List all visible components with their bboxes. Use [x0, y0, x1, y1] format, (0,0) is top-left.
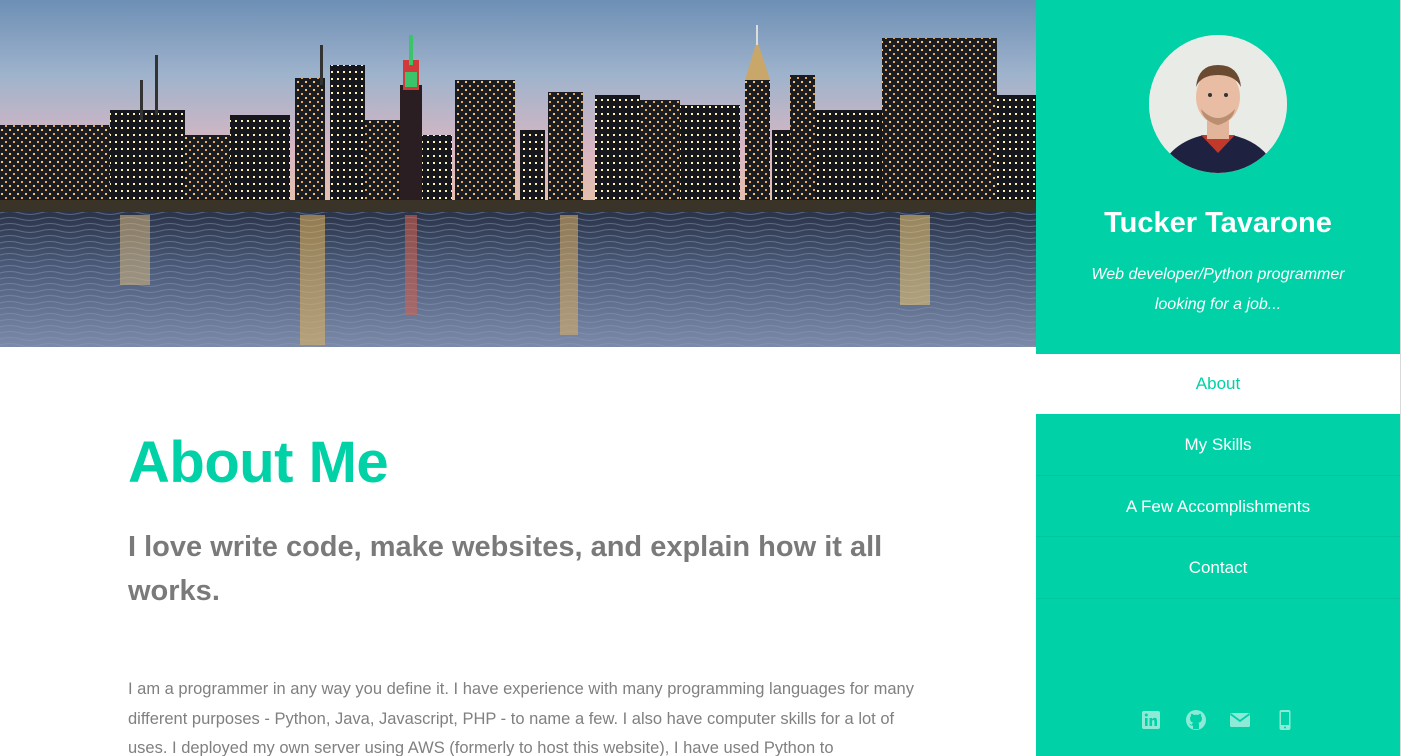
- avatar: [1149, 35, 1287, 173]
- nav-item-my-skills[interactable]: My Skills: [1036, 414, 1400, 476]
- phone-icon[interactable]: [1273, 708, 1297, 732]
- nav-item-about[interactable]: About: [1036, 354, 1400, 414]
- hero-image: [0, 0, 1036, 347]
- profile-photo: [1149, 35, 1287, 173]
- skyline-photo: [0, 0, 1036, 347]
- linkedin-icon[interactable]: [1139, 708, 1163, 732]
- sidebar-nav: About My Skills A Few Accomplishments Co…: [1036, 354, 1400, 599]
- sidebar: Tucker Tavarone Web developer/Python pro…: [1036, 0, 1401, 756]
- about-section: About Me I love write code, make website…: [128, 430, 918, 756]
- page-title: About Me: [128, 430, 389, 495]
- nav-item-contact[interactable]: Contact: [1036, 537, 1400, 599]
- github-icon[interactable]: [1184, 708, 1208, 732]
- about-subheading: I love write code, make websites, and ex…: [128, 531, 883, 607]
- about-paragraph: I am a programmer in any way you define …: [128, 680, 914, 756]
- email-icon[interactable]: [1228, 708, 1252, 732]
- profile-tagline: Web developer/Python programmer looking …: [1091, 266, 1345, 313]
- nav-item-accomplishments[interactable]: A Few Accomplishments: [1036, 476, 1400, 537]
- main-content: About Me I love write code, make website…: [0, 0, 1036, 756]
- profile-name: Tucker Tavarone: [1104, 207, 1332, 239]
- social-links: [1036, 708, 1400, 734]
